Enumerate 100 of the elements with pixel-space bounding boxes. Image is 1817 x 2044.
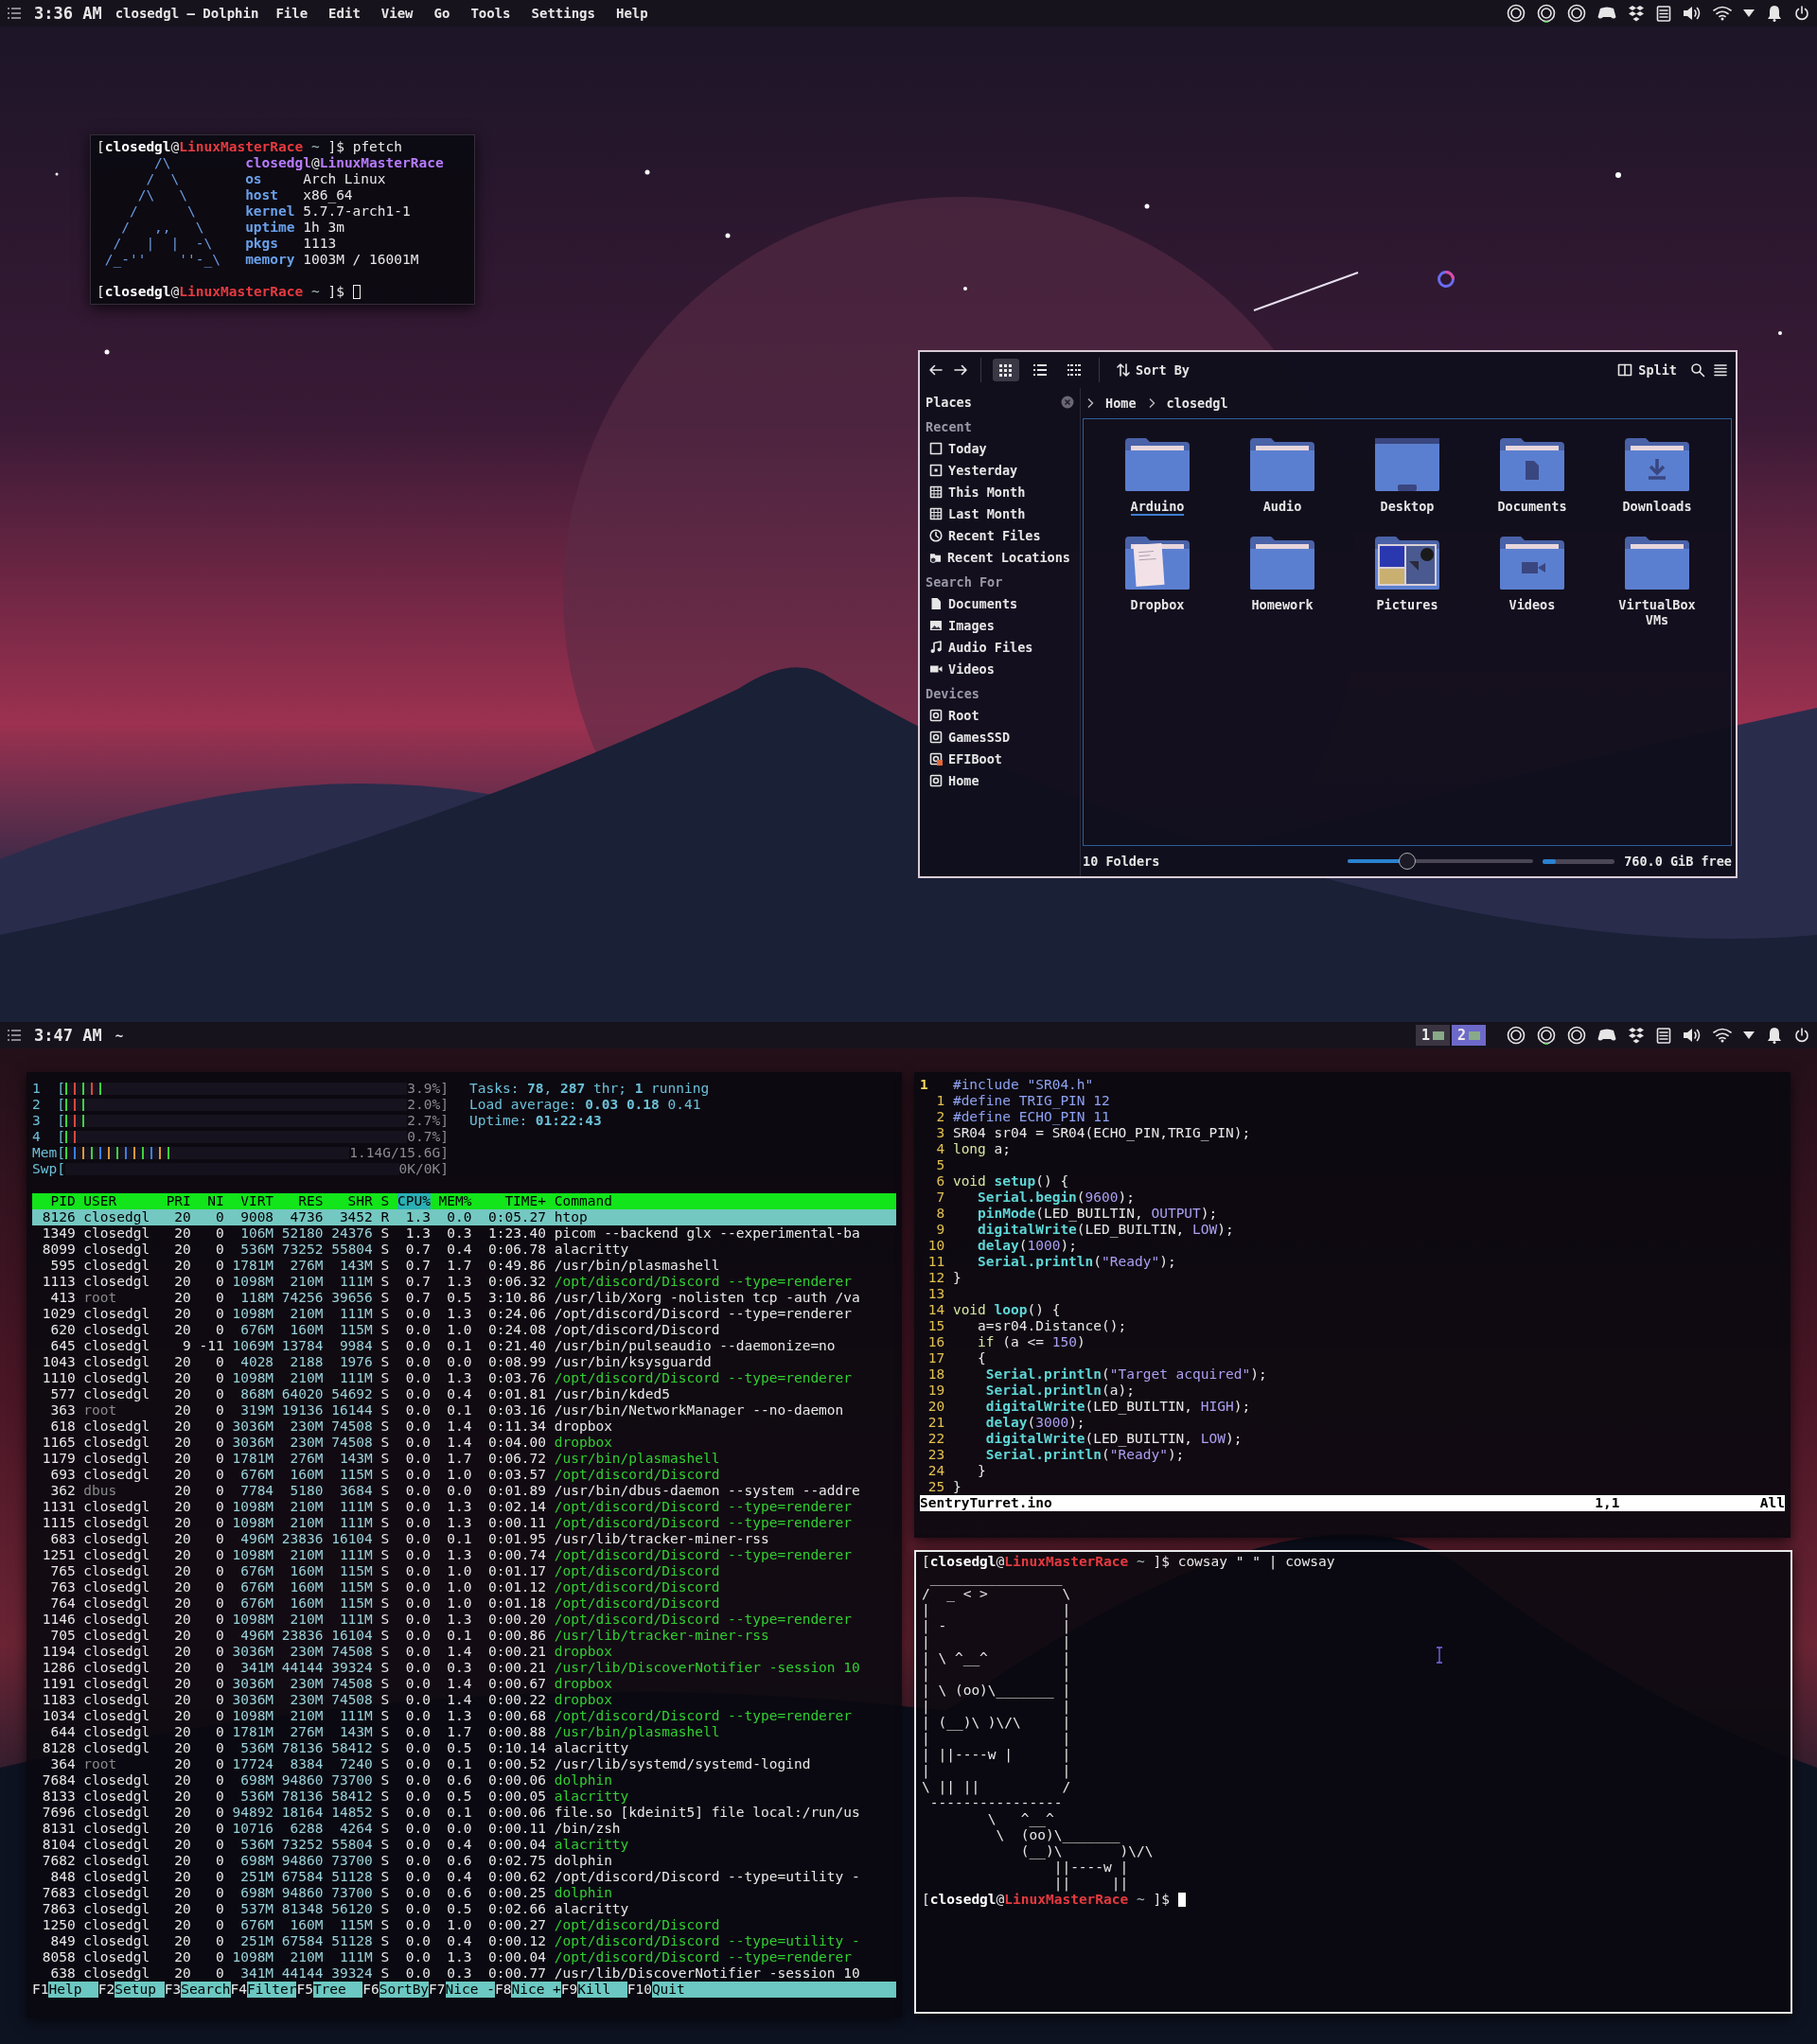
folder-item[interactable]: Arduino: [1095, 432, 1220, 518]
places-item[interactable]: Images: [926, 614, 1074, 636]
places-item[interactable]: Videos: [926, 658, 1074, 679]
folder-item[interactable]: Dropbox: [1095, 531, 1220, 629]
table-row[interactable]: 765 closedgl 20 0 676M 160M 115M S 0.0 1.0 0:01.17 /opt/discord/Discord: [32, 1563, 896, 1579]
gamepad-icon[interactable]: [1597, 6, 1616, 21]
notification-icon[interactable]: [1766, 5, 1783, 22]
search-icon[interactable]: [1690, 362, 1705, 378]
column-header[interactable]: NI: [199, 1193, 224, 1209]
table-row[interactable]: 849 closedgl 20 0 251M 67584 51128 S 0.0 0.4 0:00.12 /opt/discord/Discord --type=utility -: [32, 1933, 896, 1949]
column-header[interactable]: MEM%: [438, 1193, 472, 1209]
table-row[interactable]: 1165 closedgl 20 0 3036M 230M 74508 S 0.0 1.4 0:04.00 dropbox: [32, 1435, 896, 1451]
folder-item[interactable]: Documents: [1470, 432, 1595, 518]
package-icon[interactable]: [1628, 5, 1645, 22]
table-row[interactable]: 644 closedgl 20 0 1781M 276M 143M S 0.0 1.7 0:00.88 /usr/bin/plasmashell: [32, 1724, 896, 1740]
table-row[interactable]: 618 closedgl 20 0 3036M 230M 74508 S 0.0 1.4 0:11.34 dropbox: [32, 1418, 896, 1435]
column-header[interactable]: Command: [554, 1193, 896, 1209]
folder-item[interactable]: Homework: [1220, 531, 1345, 629]
places-item[interactable]: Documents: [926, 592, 1074, 614]
table-row[interactable]: 693 closedgl 20 0 676M 160M 115M S 0.0 1.0 0:03.57 /opt/discord/Discord: [32, 1467, 896, 1483]
places-item[interactable]: GamesSSD: [926, 726, 1074, 748]
table-row[interactable]: 638 closedgl 20 0 341M 44144 39324 S 0.0 0.3 0:00.77 /usr/lib/DiscoverNotifier -session 10: [32, 1965, 896, 1982]
column-header[interactable]: S: [380, 1193, 390, 1209]
places-item[interactable]: Root: [926, 704, 1074, 726]
places-item[interactable]: This Month: [926, 481, 1074, 502]
notification-icon[interactable]: [1766, 1027, 1783, 1044]
table-row[interactable]: 705 closedgl 20 0 496M 23836 16104 S 0.0 0.1 0:00.86 /usr/lib/tracker-miner-rss: [32, 1628, 896, 1644]
table-row[interactable]: 413 root 20 0 118M 74256 39656 S 0.7 0.5 3:10.86 /usr/lib/Xorg -nolisten tcp -auth /va: [32, 1290, 896, 1306]
breadcrumb-item[interactable]: Home: [1102, 396, 1140, 411]
table-row[interactable]: 764 closedgl 20 0 676M 160M 115M S 0.0 1.0 0:01.18 /opt/discord/Discord: [32, 1595, 896, 1612]
sort-button[interactable]: Sort By: [1111, 359, 1195, 381]
folder-item[interactable]: VirtualBox VMs: [1595, 531, 1720, 629]
table-row[interactable]: 1251 closedgl 20 0 1098M 210M 111M S 0.0 1.3 0:00.74 /opt/discord/Discord --type=renderer: [32, 1547, 896, 1563]
wifi-icon[interactable]: [1713, 6, 1732, 21]
menu-icon[interactable]: [1713, 362, 1728, 378]
table-row[interactable]: 364 root 20 0 17724 8384 7240 S 0.0 0.1 0:00.52 /usr/lib/systemd/systemd-logind: [32, 1756, 896, 1772]
menu-item[interactable]: Help: [612, 6, 652, 21]
column-header[interactable]: TIME+: [480, 1193, 547, 1209]
zoom-slider[interactable]: [1348, 853, 1534, 870]
table-row[interactable]: 645 closedgl 9 -11 1069M 13784 9984 S 0.0 0.1 0:21.40 /usr/bin/pulseaudio --daemonize=no: [32, 1338, 896, 1354]
column-header[interactable]: RES: [281, 1193, 324, 1209]
table-row[interactable]: 1194 closedgl 20 0 3036M 230M 74508 S 0.0 1.4 0:00.21 dropbox: [32, 1644, 896, 1660]
ring-icon[interactable]: [1567, 4, 1586, 23]
gamepad-icon[interactable]: [1597, 1028, 1616, 1043]
table-row[interactable]: 1179 closedgl 20 0 1781M 276M 143M S 0.0 1.7 0:06.72 /usr/bin/plasmashell: [32, 1451, 896, 1467]
close-icon[interactable]: [1061, 396, 1074, 409]
menu-item[interactable]: File: [272, 6, 312, 21]
table-row[interactable]: 1029 closedgl 20 0 1098M 210M 111M S 0.0 1.3 0:24.06 /opt/discord/Discord --type=renderer: [32, 1306, 896, 1322]
places-item[interactable]: Today: [926, 437, 1074, 459]
menu-item[interactable]: Go: [430, 6, 454, 21]
table-row[interactable]: 1183 closedgl 20 0 3036M 230M 74508 S 0.0 1.4 0:00.22 dropbox: [32, 1692, 896, 1708]
volume-icon[interactable]: [1683, 5, 1702, 22]
package-icon[interactable]: [1628, 1027, 1645, 1044]
places-item[interactable]: Last Month: [926, 502, 1074, 524]
folder-item[interactable]: Audio: [1220, 432, 1345, 518]
folder-item[interactable]: Downloads: [1595, 432, 1720, 518]
table-row[interactable]: 1191 closedgl 20 0 3036M 230M 74508 S 0.0 1.4 0:00.67 dropbox: [32, 1676, 896, 1692]
volume-icon[interactable]: [1683, 1027, 1702, 1044]
table-row[interactable]: 1043 closedgl 20 0 4028 2188 1976 S 0.0 0.0 0:08.99 /usr/bin/ksysguardd: [32, 1354, 896, 1370]
table-row[interactable]: 7863 closedgl 20 0 537M 81348 56120 S 0.0 0.5 0:02.66 alacritty: [32, 1901, 896, 1917]
menu-item[interactable]: Settings: [527, 6, 599, 21]
table-row[interactable]: 7682 closedgl 20 0 698M 94860 73700 S 0.0 0.6 0:02.75 dolphin: [32, 1853, 896, 1869]
folder-item[interactable]: Desktop: [1345, 432, 1470, 518]
table-row[interactable]: 1146 closedgl 20 0 1098M 210M 111M S 0.0 1.3 0:00.20 /opt/discord/Discord --type=renderer: [32, 1612, 896, 1628]
column-header[interactable]: PID: [34, 1193, 76, 1209]
table-row[interactable]: 763 closedgl 20 0 676M 160M 115M S 0.0 1.0 0:01.12 /opt/discord/Discord: [32, 1579, 896, 1595]
caret-icon[interactable]: [1743, 9, 1755, 17]
table-row[interactable]: 1286 closedgl 20 0 341M 44144 39324 S 0.0 0.3 0:00.21 /usr/lib/DiscoverNotifier -session 10: [32, 1660, 896, 1676]
table-row[interactable]: 7696 closedgl 20 0 94892 18164 14852 S 0.0 0.1 0:00.06 file.so [kdeinit5] file local:/run/us: [32, 1805, 896, 1821]
power-icon[interactable]: [1794, 6, 1809, 21]
table-row[interactable]: 7684 closedgl 20 0 698M 94860 73700 S 0.0 0.6 0:00.06 dolphin: [32, 1772, 896, 1788]
places-item[interactable]: Yesterday: [926, 459, 1074, 481]
table-row[interactable]: 8058 closedgl 20 0 1098M 210M 111M S 0.0 1.3 0:00.04 /opt/discord/Discord --type=renderer: [32, 1949, 896, 1965]
table-row[interactable]: 8099 closedgl 20 0 536M 73252 55804 S 0.7 0.4 0:06.78 alacritty: [32, 1242, 896, 1258]
ring-icon[interactable]: [1507, 4, 1526, 23]
ring-icon[interactable]: [1537, 4, 1556, 23]
power-icon[interactable]: [1794, 1028, 1809, 1043]
clipboard-icon[interactable]: [1656, 5, 1671, 22]
table-row[interactable]: 577 closedgl 20 0 868M 64020 54692 S 0.0 0.4 0:01.81 /usr/bin/kded5: [32, 1386, 896, 1402]
slider-thumb[interactable]: [1398, 853, 1416, 870]
places-item[interactable]: Recent Locations: [926, 546, 1074, 568]
table-row[interactable]: 362 dbus 20 0 7784 5180 3684 S 0.0 0.0 0:01.89 /usr/bin/dbus-daemon --system --addre: [32, 1483, 896, 1499]
menu-item[interactable]: View: [377, 6, 417, 21]
table-row[interactable]: 8131 closedgl 20 0 10716 6288 4264 S 0.0 0.0 0:00.11 /bin/zsh: [32, 1821, 896, 1837]
ring-icon[interactable]: [1507, 1026, 1526, 1045]
desktop-switcher-button[interactable]: 1: [1415, 1025, 1450, 1046]
table-row[interactable]: 8126 closedgl 20 0 9008 4736 3452 R 1.3 0.0 0:05.27 htop: [32, 1209, 896, 1225]
folder-item[interactable]: Videos: [1470, 531, 1595, 629]
table-row[interactable]: 8133 closedgl 20 0 536M 78136 58412 S 0.0 0.5 0:00.05 alacritty: [32, 1788, 896, 1805]
table-row[interactable]: 1250 closedgl 20 0 676M 160M 115M S 0.0 1.0 0:00.27 /opt/discord/Discord: [32, 1917, 896, 1933]
column-header[interactable]: VIRT: [232, 1193, 274, 1209]
column-header[interactable]: CPU%: [397, 1193, 431, 1209]
desktop-switcher-button[interactable]: 2: [1451, 1025, 1486, 1046]
ring-icon[interactable]: [1567, 1026, 1586, 1045]
table-row[interactable]: 1034 closedgl 20 0 1098M 210M 111M S 0.0 1.3 0:00.68 /opt/discord/Discord --type=renderer: [32, 1708, 896, 1724]
column-header[interactable]: PRI: [166, 1193, 191, 1209]
table-row[interactable]: 7683 closedgl 20 0 698M 94860 73700 S 0.0 0.6 0:00.25 dolphin: [32, 1885, 896, 1901]
clipboard-icon[interactable]: [1656, 1027, 1671, 1044]
places-item[interactable]: Recent Files: [926, 524, 1074, 546]
places-item[interactable]: EFIBoot: [926, 748, 1074, 769]
